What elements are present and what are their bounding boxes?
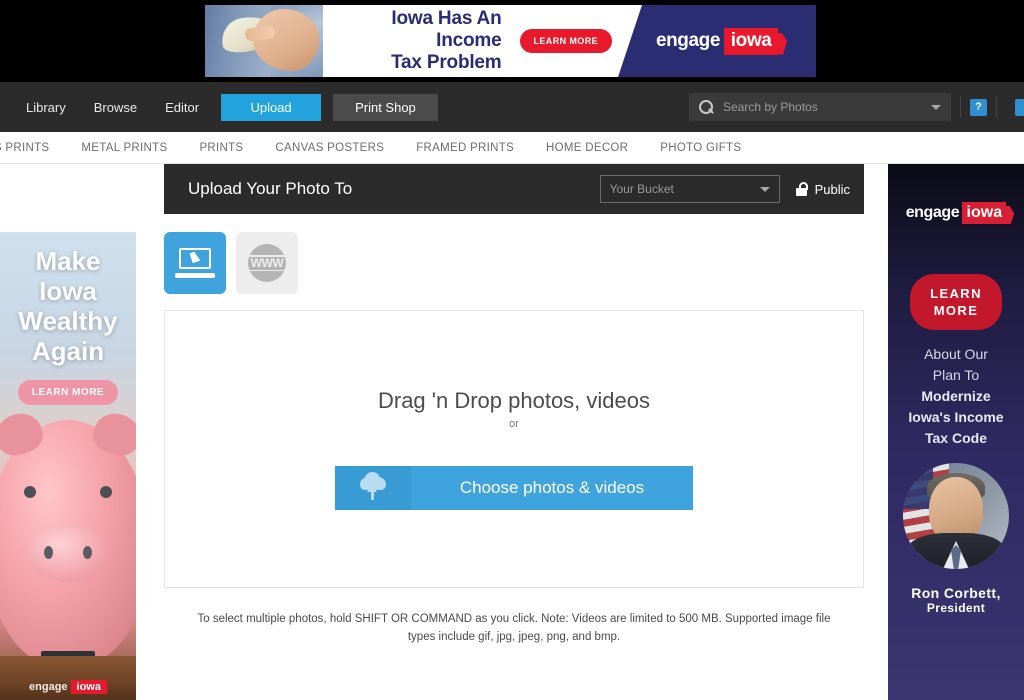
cloud-upload-icon <box>335 466 411 510</box>
page-body: Make Iowa Wealthy Again LEARN MORE engag… <box>0 164 1024 700</box>
category-canvas-prints[interactable]: AS PRINTS <box>0 142 65 154</box>
iowa-state-badge: iowa <box>724 27 779 55</box>
left-ad-brand: engage iowa <box>0 680 136 694</box>
upload-help-text: To select multiple photos, hold SHIFT OR… <box>197 613 831 643</box>
upload-panel-header: Upload Your Photo To Your Bucket Public <box>164 164 864 214</box>
top-banner-brand: engage iowa <box>618 5 816 77</box>
dropzone-or-label: or <box>509 418 519 430</box>
person-role: President <box>926 601 986 615</box>
category-photo-gifts[interactable]: PHOTO GIFTS <box>644 142 757 154</box>
nav-item-library[interactable]: Library <box>12 82 80 132</box>
help-icon[interactable]: ? <box>970 98 987 116</box>
visibility-toggle[interactable]: Public <box>795 181 850 197</box>
choose-photos-label: Choose photos & videos <box>459 478 645 497</box>
account-icon[interactable] <box>1015 98 1024 116</box>
left-ad-learn-more-button[interactable]: LEARN MORE <box>17 380 119 405</box>
category-prints[interactable]: PRINTS <box>183 142 259 154</box>
upload-source-tabs: WWW <box>164 232 864 310</box>
upload-panel-body: WWW Drag 'n Drop photos, videos or Choos… <box>164 214 864 646</box>
unlocked-padlock-icon <box>795 182 809 196</box>
iowa-state-badge-right: iowa <box>962 202 1007 224</box>
laptop-icon <box>175 248 215 278</box>
engage-wordmark: engage <box>655 30 721 51</box>
bucket-select[interactable]: Your Bucket <box>599 175 780 203</box>
iowa-badge-left: iowa <box>70 680 107 694</box>
navbar-right-group: ? <box>689 82 1024 132</box>
category-framed-prints[interactable]: FRAMED PRINTS <box>400 142 530 154</box>
chevron-down-icon-bucket <box>759 186 770 192</box>
category-canvas-posters[interactable]: CANVAS POSTERS <box>259 142 400 154</box>
left-ad-headline: Make Iowa Wealthy Again <box>18 246 118 366</box>
category-metal-prints[interactable]: METAL PRINTS <box>65 142 183 154</box>
category-nav: AS PRINTS METAL PRINTS PRINTS CANVAS POS… <box>0 132 1024 164</box>
upload-panel: Upload Your Photo To Your Bucket Public <box>164 164 864 646</box>
search-bar[interactable] <box>689 93 951 121</box>
visibility-label: Public <box>814 181 850 197</box>
www-globe-icon: WWW <box>248 244 286 282</box>
upload-button[interactable]: Upload <box>221 93 322 121</box>
file-dropzone[interactable]: Drag 'n Drop photos, videos or Choose ph… <box>164 310 864 588</box>
choose-photos-button[interactable]: Choose photos & videos <box>335 466 693 510</box>
main-navbar: Library Browse Editor Upload Print Shop … <box>0 82 1024 132</box>
right-ad-body: About Our Plan To Modernize Iowa's Incom… <box>908 346 1004 446</box>
navbar-divider <box>960 96 961 118</box>
chevron-down-icon[interactable] <box>931 104 941 110</box>
person-name: Ron Corbett, <box>911 585 1001 601</box>
engage-wordmark-left: engage <box>29 681 68 693</box>
top-banner-learn-more-button[interactable]: LEARN MORE <box>519 29 612 53</box>
navbar-divider-2 <box>996 96 997 118</box>
source-tab-web[interactable]: WWW <box>236 232 298 294</box>
category-home-decor[interactable]: HOME DECOR <box>530 142 644 154</box>
top-banner-headline: Iowa Has An Income Tax Problem <box>391 8 502 73</box>
search-icon <box>699 99 714 115</box>
right-sidebar-ad[interactable]: engage iowa LEARN MORE About Our Plan To… <box>888 164 1024 700</box>
nav-item-editor[interactable]: Editor <box>151 82 213 132</box>
person-portrait <box>903 463 1009 569</box>
page-title: Upload Your Photo To <box>188 179 353 198</box>
empty-pocket-photo <box>205 5 323 77</box>
right-ad-brand: engage iowa <box>888 202 1024 224</box>
top-ad-strip: Iowa Has An Income Tax Problem LEARN MOR… <box>0 0 1024 82</box>
source-tab-computer[interactable] <box>164 232 226 294</box>
navbar-left-group: Library Browse Editor Upload Print Shop <box>0 82 438 132</box>
right-ad-learn-more-button[interactable]: LEARN MORE <box>910 274 1002 330</box>
left-sidebar-ad[interactable]: Make Iowa Wealthy Again LEARN MORE engag… <box>0 232 136 700</box>
dropzone-title: Drag 'n Drop photos, videos <box>377 388 650 413</box>
print-shop-button[interactable]: Print Shop <box>333 93 438 121</box>
nav-item-browse[interactable]: Browse <box>80 82 151 132</box>
bucket-select-label: Your Bucket <box>609 182 674 196</box>
piggy-bank-illustration <box>0 407 136 666</box>
top-banner-ad[interactable]: Iowa Has An Income Tax Problem LEARN MOR… <box>205 5 816 77</box>
search-input[interactable] <box>723 100 931 114</box>
engage-wordmark-right: engage <box>905 204 960 221</box>
